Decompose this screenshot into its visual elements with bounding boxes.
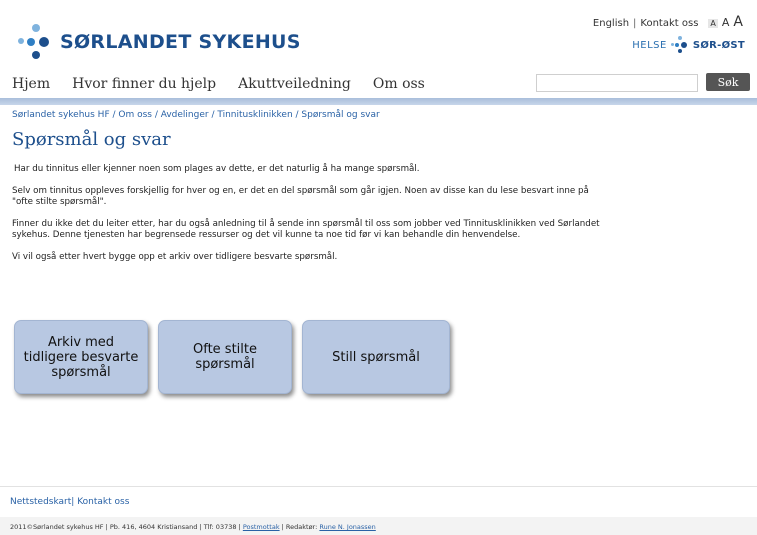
search-button[interactable]: Søk (706, 73, 750, 91)
font-medium-button[interactable]: A (722, 16, 730, 29)
main-content: Sørlandet sykehus HF / Om oss / Avdeling… (12, 110, 602, 263)
english-link[interactable]: English (593, 18, 629, 29)
footer-info-text: 2011©Sørlandet sykehus HF | Pb. 416, 460… (10, 523, 241, 531)
helse-text: HELSE (632, 39, 667, 51)
font-size-controls: A A A (708, 14, 743, 30)
nav-divider-bar (0, 98, 757, 105)
font-large-button[interactable]: A (733, 14, 743, 30)
faq-button[interactable]: Ofte stilte spørsmål (158, 320, 292, 394)
nav-item-about[interactable]: Om oss (373, 76, 425, 92)
site-logo[interactable]: SØRLANDET SYKEHUS (18, 24, 301, 60)
main-nav: Hjem Hvor finner du hjelp Akuttveilednin… (0, 72, 757, 96)
footer-contact-link[interactable]: Kontakt oss (77, 497, 129, 507)
footer-links: Nettstedskart| Kontakt oss (10, 497, 129, 507)
nav-item-home[interactable]: Hjem (12, 76, 50, 92)
sitemap-link[interactable]: Nettstedskart (10, 497, 71, 507)
action-buttons: Arkiv med tidligere besvarte spørsmål Of… (14, 320, 450, 394)
breadcrumb[interactable]: Sørlandet sykehus HF / Om oss / Avdeling… (12, 110, 602, 120)
header: SØRLANDET SYKEHUS English | Kontakt oss … (0, 0, 757, 72)
nav-item-emergency[interactable]: Akuttveiledning (238, 76, 351, 92)
search-input[interactable] (536, 74, 698, 92)
footer-divider (0, 486, 757, 487)
helse-dots-icon (670, 36, 689, 54)
helse-sor-ost-logo[interactable]: HELSE SØR-ØST (632, 36, 745, 54)
separator: | (633, 18, 637, 29)
top-links: English | Kontakt oss A A A (593, 14, 743, 30)
footer-info: 2011©Sørlandet sykehus HF | Pb. 416, 460… (10, 523, 376, 531)
postmottak-link[interactable]: Postmottak (243, 523, 280, 531)
body-paragraph: Selv om tinnitus oppleves forskjellig fo… (12, 186, 589, 207)
body-paragraph: Finner du ikke det du leiter etter, har … (12, 219, 600, 240)
editor-link[interactable]: Rune N. Jonassen (319, 523, 375, 531)
sor-ost-text: SØR-ØST (692, 39, 745, 51)
font-small-button[interactable]: A (708, 19, 718, 28)
nav-item-find-help[interactable]: Hvor finner du hjelp (72, 76, 216, 92)
contact-link[interactable]: Kontakt oss (640, 18, 698, 29)
page: SØRLANDET SYKEHUS English | Kontakt oss … (0, 0, 757, 535)
ask-question-button[interactable]: Still spørsmål (302, 320, 450, 394)
separator: | (71, 497, 75, 507)
page-title: Spørsmål og svar (12, 129, 171, 150)
intro-paragraph: Har du tinnitus eller kjenner noen som p… (14, 164, 420, 174)
archive-button[interactable]: Arkiv med tidligere besvarte spørsmål (14, 320, 148, 394)
editor-label: | Redaktør: (281, 523, 318, 531)
logo-text: SØRLANDET SYKEHUS (60, 31, 301, 53)
logo-dots-icon (18, 24, 54, 60)
body-paragraph: Vi vil også etter hvert bygge opp et ark… (12, 252, 338, 262)
